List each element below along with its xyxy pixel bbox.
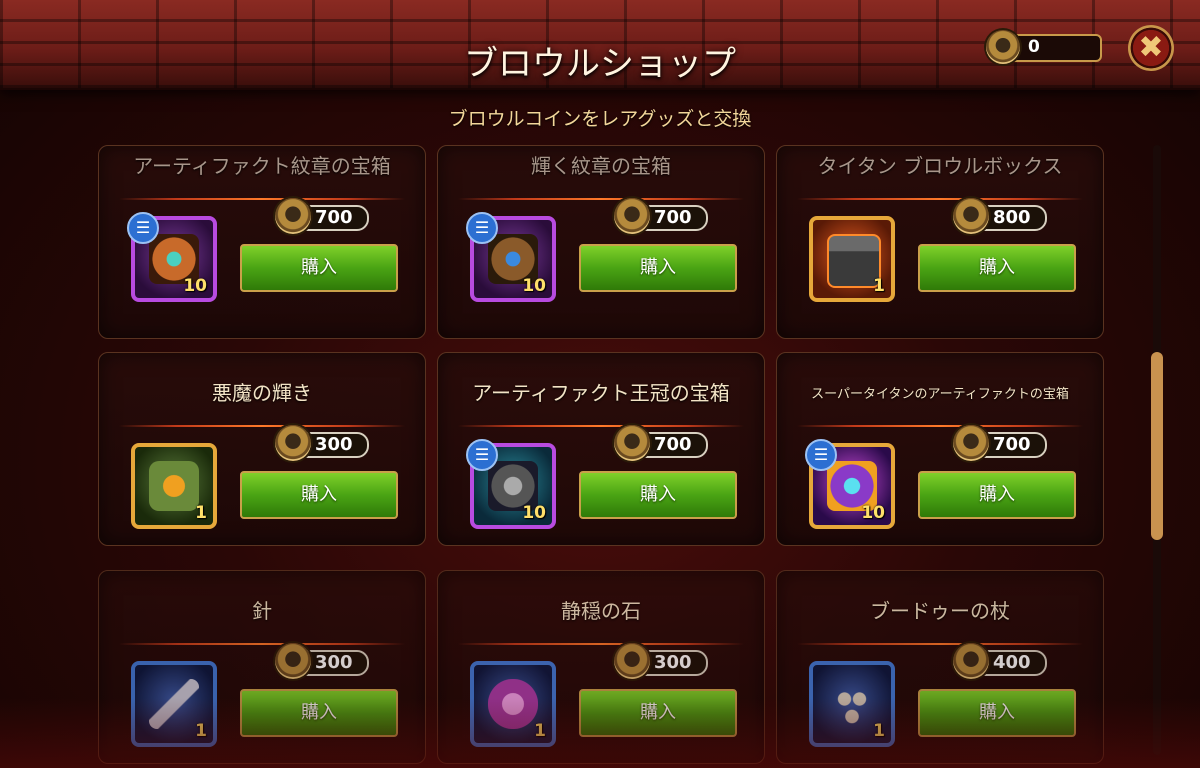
- price-value: 300: [315, 434, 353, 455]
- price-value: 700: [654, 434, 692, 455]
- info-icon[interactable]: ☰: [466, 212, 498, 244]
- item-quantity: 10: [522, 503, 546, 523]
- close-icon: ✖: [1138, 30, 1164, 65]
- item-icon[interactable]: ☰ 10: [805, 439, 895, 529]
- divider: [119, 425, 405, 427]
- divider: [119, 643, 405, 645]
- item-quantity: 10: [861, 503, 885, 523]
- brawl-coin-icon: [275, 198, 311, 234]
- divider: [458, 643, 744, 645]
- currency-value: 0: [1028, 37, 1040, 57]
- divider: [119, 198, 405, 200]
- item-name: アーティファクト王冠の宝箱: [472, 381, 730, 405]
- shop-card: 悪魔の輝き 1 300 購入: [98, 352, 426, 546]
- divider: [797, 425, 1083, 427]
- buy-button[interactable]: 購入: [579, 471, 737, 519]
- buy-button[interactable]: 購入: [579, 689, 737, 737]
- scrollbar-thumb[interactable]: [1151, 352, 1163, 540]
- serenity-stone-icon: [488, 679, 538, 729]
- shop-card: スーパータイタンのアーティファクトの宝箱 ☰ 10 700 購入: [776, 352, 1104, 546]
- divider: [797, 643, 1083, 645]
- item-quantity: 1: [873, 721, 885, 741]
- currency-display: 0: [984, 30, 1102, 64]
- brawl-coin-icon: [953, 198, 989, 234]
- demon-glow-jar-icon: [149, 461, 199, 511]
- info-icon[interactable]: ☰: [805, 439, 837, 471]
- item-icon[interactable]: ☰ 10: [127, 212, 217, 302]
- price-value: 300: [315, 652, 353, 673]
- item-icon[interactable]: ☰ 10: [466, 212, 556, 302]
- item-quantity: 10: [183, 276, 207, 296]
- buy-button[interactable]: 購入: [240, 689, 398, 737]
- buy-button[interactable]: 購入: [918, 471, 1076, 519]
- shop-card: 輝く紋章の宝箱 ☰ 10 700 購入: [437, 145, 765, 339]
- item-quantity: 1: [195, 721, 207, 741]
- price-value: 700: [654, 207, 692, 228]
- shop-card: タイタン ブロウルボックス 1 800 購入: [776, 145, 1104, 339]
- info-icon[interactable]: ☰: [466, 439, 498, 471]
- divider: [797, 198, 1083, 200]
- shop-card: アーティファクト紋章の宝箱 ☰ 10 700 購入: [98, 145, 426, 339]
- buy-button[interactable]: 購入: [918, 689, 1076, 737]
- item-name: 針: [252, 599, 272, 623]
- price-value: 300: [654, 652, 692, 673]
- brawl-coin-icon: [953, 425, 989, 461]
- brawl-coin-icon: [614, 425, 650, 461]
- item-name: スーパータイタンのアーティファクトの宝箱: [811, 387, 1069, 402]
- item-name: 静穏の石: [561, 599, 641, 623]
- brawl-coin-icon: [614, 198, 650, 234]
- voodoo-staff-icon: [827, 679, 877, 729]
- item-quantity: 10: [522, 276, 546, 296]
- price-value: 700: [315, 207, 353, 228]
- item-quantity: 1: [195, 503, 207, 523]
- buy-button[interactable]: 購入: [240, 244, 398, 292]
- brawl-coin-icon: [953, 643, 989, 679]
- needle-icon: [149, 679, 199, 729]
- buy-button[interactable]: 購入: [918, 244, 1076, 292]
- brawl-coin-icon: [614, 643, 650, 679]
- item-icon[interactable]: 1: [470, 661, 556, 747]
- item-name: ブードゥーの杖: [870, 599, 1010, 623]
- price-value: 800: [993, 207, 1031, 228]
- divider: [458, 425, 744, 427]
- close-button[interactable]: ✖: [1128, 25, 1174, 71]
- buy-button[interactable]: 購入: [240, 471, 398, 519]
- shop-card: アーティファクト王冠の宝箱 ☰ 10 700 購入: [437, 352, 765, 546]
- brawl-coin-icon: [275, 643, 311, 679]
- item-quantity: 1: [873, 276, 885, 296]
- item-icon[interactable]: ☰ 10: [466, 439, 556, 529]
- price-value: 400: [993, 652, 1031, 673]
- info-icon[interactable]: ☰: [127, 212, 159, 244]
- item-icon[interactable]: 1: [809, 216, 895, 302]
- shop-card: ブードゥーの杖 1 400 購入: [776, 570, 1104, 764]
- item-name: 輝く紋章の宝箱: [531, 154, 671, 178]
- item-icon[interactable]: 1: [809, 661, 895, 747]
- item-name: 悪魔の輝き: [212, 381, 312, 405]
- price-value: 700: [993, 434, 1031, 455]
- item-name: タイタン ブロウルボックス: [817, 154, 1063, 178]
- item-quantity: 1: [534, 721, 546, 741]
- buy-button[interactable]: 購入: [579, 244, 737, 292]
- item-icon[interactable]: 1: [131, 443, 217, 529]
- item-name: アーティファクト紋章の宝箱: [133, 154, 391, 178]
- item-icon[interactable]: 1: [131, 661, 217, 747]
- shop-card: 針 1 300 購入: [98, 570, 426, 764]
- shop-card: 静穏の石 1 300 購入: [437, 570, 765, 764]
- brawl-coin-icon: [275, 425, 311, 461]
- brawl-coin-icon: [986, 30, 1020, 64]
- divider: [458, 198, 744, 200]
- page-subtitle: ブロウルコインをレアグッズと交換: [448, 108, 752, 130]
